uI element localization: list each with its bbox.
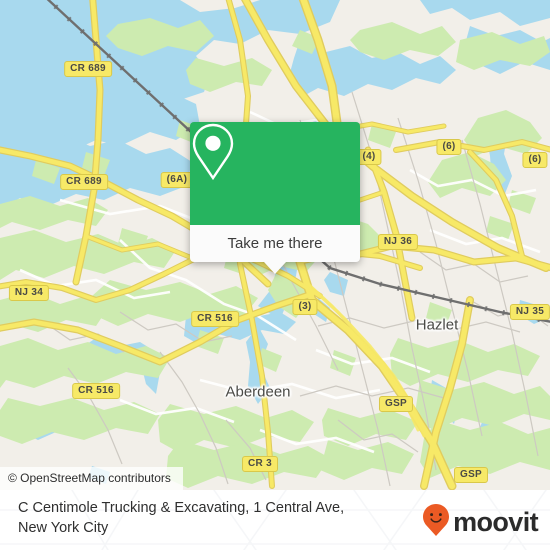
popup-header — [190, 122, 360, 225]
popup-footer[interactable]: Take me there — [190, 225, 360, 274]
popup-tail — [264, 262, 286, 274]
map-screenshot: CR 689 CR 689 (6A) (4) (6) (6) NJ 36 NJ … — [0, 0, 550, 550]
place-label-aberdeen: Aberdeen — [225, 383, 291, 401]
road-shield: (3) — [292, 299, 318, 315]
road-shield: NJ 34 — [8, 285, 50, 301]
road-shield: GSP — [453, 467, 489, 483]
map-canvas[interactable]: CR 689 CR 689 (6A) (4) (6) (6) NJ 36 NJ … — [0, 0, 550, 490]
road-shield: NJ 36 — [377, 234, 419, 250]
road-shield: CR 3 — [242, 456, 278, 472]
road-shield: (6A) — [160, 172, 194, 188]
road-shield: CR 516 — [72, 383, 120, 399]
road-shield: CR 689 — [60, 174, 108, 190]
road-shield: CR 516 — [191, 311, 239, 327]
road-shield: CR 689 — [64, 61, 112, 77]
caption-title: C Centimole Trucking & Excavating, 1 Cen… — [18, 500, 345, 516]
place-label-hazlet: Hazlet — [415, 316, 459, 334]
caption-text: C Centimole Trucking & Excavating, 1 Cen… — [18, 498, 398, 538]
road-shield: (4) — [356, 149, 382, 165]
moovit-logo[interactable]: moovit — [423, 504, 539, 541]
road-shield: GSP — [378, 396, 414, 412]
take-me-there-label: Take me there — [227, 235, 323, 252]
caption-bar: C Centimole Trucking & Excavating, 1 Cen… — [0, 490, 550, 550]
road-shield: (6) — [522, 152, 548, 168]
caption-subtitle: New York City — [18, 520, 109, 536]
osm-attribution[interactable]: © OpenStreetMap contributors — [0, 467, 183, 490]
destination-popup[interactable]: Take me there — [190, 122, 360, 274]
road-shield: NJ 35 — [509, 304, 550, 320]
road-shield: (6) — [436, 139, 462, 155]
moovit-wordmark: moovit — [453, 507, 539, 537]
moovit-smiley-pin-icon — [423, 504, 450, 541]
